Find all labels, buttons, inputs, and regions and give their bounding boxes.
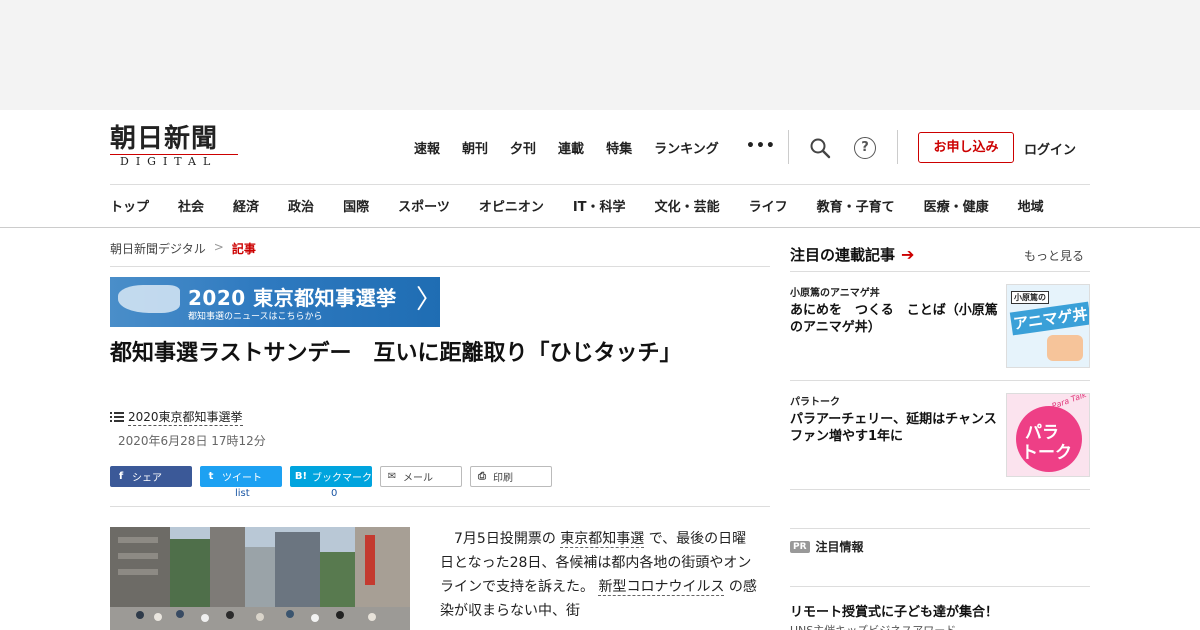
thumb-text: アニマゲ丼 [1009,301,1089,336]
ad-area [0,0,1200,110]
catnav-item-region[interactable]: 地域 [1018,196,1044,215]
catnav-item-it-science[interactable]: IT・科学 [573,196,626,215]
arrow-right-icon: ➔ [901,245,915,264]
banner-title: 2020 東京都知事選挙 [188,286,397,310]
breadcrumb-current: 記事 [231,242,256,256]
tokyo-map-icon [118,285,180,313]
category-nav: トップ 社会 経済 政治 国際 スポーツ オピニオン IT・科学 文化・芸能 ラ… [110,196,1044,215]
top-nav: 速報 朝刊 夕刊 連載 特集 ランキング [414,138,741,157]
sidebar-heading-label: 注目の連載記事 [790,246,896,264]
pr-article-title[interactable]: リモート授賞式に子ども達が集合！ [790,601,998,620]
topnav-item-rensai[interactable]: 連載 [558,138,584,157]
header-divider [110,184,1090,185]
mail-share-label: メール [403,473,433,484]
twitter-icon: t [208,471,214,482]
body-text: 7月5日投開票の [440,531,561,547]
series-link-label: 2020東京都知事選挙 [128,410,243,426]
more-icon[interactable]: ••• [746,138,776,154]
catnav-item-society[interactable]: 社会 [178,196,204,215]
thumb-text: トーク [1021,443,1072,463]
facebook-share-button[interactable]: f シェア [110,466,192,487]
series-link[interactable]: 2020東京都知事選挙 [110,408,243,426]
pr-article-subtitle[interactable]: UNS主催キッズビジネスアワード [790,622,956,630]
print-label: 印刷 [493,473,513,484]
breadcrumb-home[interactable]: 朝日新聞デジタル [110,240,206,257]
help-icon[interactable]: ? [854,137,876,159]
share-buttons: f シェア t ツイート B! ブックマーク ✉ メール ⎙ 印刷 [110,466,560,487]
breadcrumb-separator: > [213,240,224,254]
site-header: 朝日新聞 DIGITAL 速報 朝刊 夕刊 連載 特集 ランキング ••• ? … [0,110,1200,228]
sidebar-more-link[interactable]: もっと見る [1024,247,1084,264]
facebook-share-label: シェア [132,473,162,484]
hatena-bookmark-label: ブックマーク [312,473,372,484]
nav-divider [897,130,898,164]
pr-badge: PR [790,540,810,553]
hatena-count[interactable]: 0 [331,488,337,499]
sidebar-divider [790,489,1090,490]
body-link-election[interactable]: 東京都知事選 [560,531,645,548]
catnav-item-culture[interactable]: 文化・芸能 [655,196,720,215]
pr-heading: PR 注目情報 [790,538,864,555]
article-photo[interactable] [110,527,410,630]
hatena-bookmark-button[interactable]: B! ブックマーク [290,466,372,487]
mail-icon: ✉ [387,471,397,482]
catnav-item-education[interactable]: 教育・子育て [817,196,895,215]
character-illustration [1047,335,1083,361]
mail-share-button[interactable]: ✉ メール [380,466,462,487]
catnav-item-opinion[interactable]: オピニオン [479,196,544,215]
article-date: 2020年6月28日 17時12分 [118,434,266,448]
catnav-item-economy[interactable]: 経済 [233,196,259,215]
thumb-text: 小原篤の [1011,291,1049,304]
sidebar-item-title: パラアーチェリー、延期はチャンス ファン増やす1年に [790,412,1010,444]
topnav-item-choukan[interactable]: 朝刊 [462,138,488,157]
site-logo[interactable]: 朝日新聞 DIGITAL [110,124,242,170]
list-icon [110,412,124,422]
hatena-icon: B! [294,471,308,482]
twitter-share-button[interactable]: t ツイート [200,466,282,487]
logo-sub-text: DIGITAL [110,154,238,169]
sidebar-divider [790,380,1090,381]
sidebar-thumb-paratalk[interactable]: Para Talk パラ トーク [1006,393,1090,477]
print-icon: ⎙ [478,471,486,482]
sidebar-divider [790,528,1090,529]
article-body: 7月5日投開票の 東京都知事選 で、最後の日曜日となった28日、各候補は都内各地… [440,527,760,623]
sidebar-heading[interactable]: 注目の連載記事 ➔ [790,244,914,265]
catnav-item-health[interactable]: 医療・健康 [924,196,989,215]
topnav-item-sokuho[interactable]: 速報 [414,138,440,157]
subscribe-button[interactable]: お申し込み [918,132,1014,163]
share-divider [110,506,770,507]
sidebar-divider [790,271,1090,272]
facebook-icon: f [118,471,124,482]
catnav-item-politics[interactable]: 政治 [288,196,314,215]
sidebar-thumb-animage[interactable]: 小原篤の アニマゲ丼 [1006,284,1090,368]
banner-subtitle: 都知事選のニュースはこちらから [188,312,323,322]
search-icon[interactable] [808,136,832,160]
catnav-item-top[interactable]: トップ [110,196,149,215]
article-title: 都知事選ラストサンデー 互いに距離取り「ひじタッチ」 [110,341,682,366]
pr-heading-label: 注目情報 [815,540,864,554]
catnav-item-life[interactable]: ライフ [749,196,788,215]
topnav-item-yukan[interactable]: 夕刊 [510,138,536,157]
topnav-item-ranking[interactable]: ランキング [654,138,719,157]
sidebar-item-title: あにめを つくる ことば（小原篤のアニマゲ丼） [790,303,998,335]
chevron-right-icon: 〉 [416,285,440,315]
breadcrumb: 朝日新聞デジタル > 記事 [110,240,256,257]
twitter-share-label: ツイート [222,473,262,484]
twitter-count-link[interactable]: list [235,488,250,499]
body-link-coronavirus[interactable]: 新型コロナウイルス [598,579,725,596]
topnav-item-tokushu[interactable]: 特集 [606,138,632,157]
login-link[interactable]: ログイン [1024,139,1076,158]
breadcrumb-divider [110,266,770,267]
logo-main-text: 朝日新聞 [110,124,219,154]
election-banner[interactable]: 2020 東京都知事選挙 都知事選のニュースはこちらから 〉 [110,277,440,327]
sidebar-divider [790,586,1090,587]
catnav-item-international[interactable]: 国際 [343,196,369,215]
nav-divider [788,130,789,164]
print-button[interactable]: ⎙ 印刷 [470,466,552,487]
catnav-item-sports[interactable]: スポーツ [398,196,450,215]
